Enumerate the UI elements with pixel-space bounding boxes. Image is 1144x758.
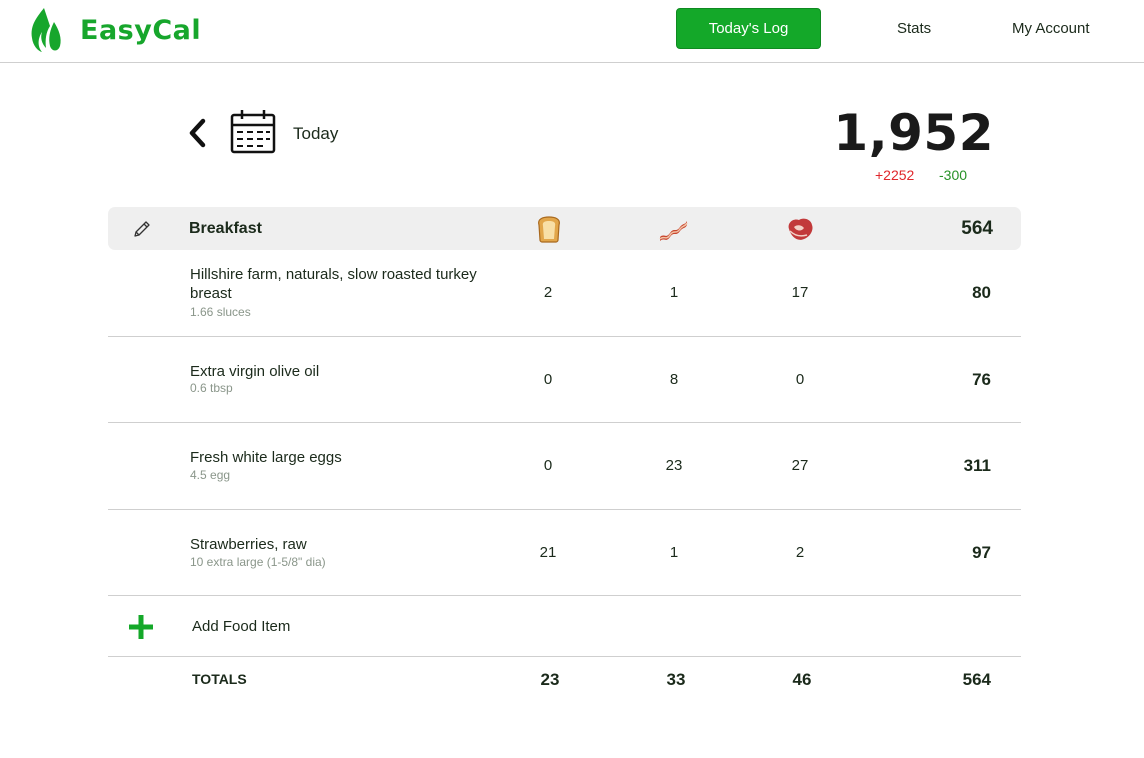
meal-calories: 564 (961, 218, 993, 239)
plus-icon[interactable] (128, 614, 154, 640)
flame-icon (31, 8, 61, 52)
logo[interactable]: EasyCal (28, 6, 201, 54)
total-calories: 1,952 (833, 104, 994, 162)
calories-added: +2252 (875, 167, 915, 183)
food-carbs: 0 (543, 371, 553, 388)
totals-row: TOTALS 23 33 46 564 (108, 657, 1021, 707)
total-fat: 33 (666, 670, 686, 689)
food-amount: 4.5 egg (190, 468, 231, 482)
food-amount: 0.6 tbsp (190, 381, 233, 395)
meal-header: Breakfast 564 (108, 207, 1021, 250)
food-protein: 27 (791, 457, 809, 474)
food-fat: 23 (665, 457, 683, 474)
food-name: Extra virgin olive oil (190, 363, 320, 380)
calendar-icon[interactable] (229, 108, 277, 156)
date-label: Today (293, 124, 339, 143)
food-calories: 80 (972, 283, 991, 302)
nav-stats-link[interactable]: Stats (897, 20, 931, 37)
top-nav-bar: EasyCal Today's Log Stats My Account (0, 0, 1144, 63)
chevron-left-icon[interactable] (186, 117, 208, 149)
food-fat: 1 (669, 544, 679, 561)
total-protein: 46 (792, 670, 812, 689)
food-protein: 0 (795, 371, 805, 388)
todays-log-button[interactable]: Today's Log (676, 8, 821, 49)
food-protein: 2 (795, 544, 805, 561)
bread-icon (538, 216, 560, 243)
app-name: EasyCal (80, 14, 202, 46)
food-row[interactable]: Extra virgin olive oil 0.6 tbsp 0 8 0 76 (108, 337, 1021, 423)
meal-title: Breakfast (189, 220, 262, 237)
nav-my-account-link[interactable]: My Account (1012, 20, 1090, 37)
food-calories: 76 (972, 370, 991, 389)
food-row[interactable]: Hillshire farm, naturals, slow roasted t… (108, 250, 1021, 337)
bacon-icon (659, 221, 688, 241)
food-protein: 17 (791, 284, 809, 301)
add-food-item-label[interactable]: Add Food Item (192, 618, 290, 635)
food-carbs: 2 (543, 284, 553, 301)
food-amount: 10 extra large (1-5/8" dia) (190, 555, 326, 569)
add-food-item-button[interactable]: Add Food Item (108, 596, 1021, 657)
food-carbs: 0 (543, 457, 553, 474)
food-name: Fresh white large eggs (190, 449, 342, 466)
food-calories: 311 (963, 456, 991, 475)
food-row[interactable]: Fresh white large eggs 4.5 egg 0 23 27 3… (108, 423, 1021, 510)
total-carbs: 23 (540, 670, 560, 689)
food-name: Hillshire farm, naturals, slow roasted t… (190, 266, 477, 302)
totals-label: TOTALS (192, 671, 247, 687)
food-name: Strawberries, raw (190, 536, 307, 553)
food-amount: 1.66 sluces (190, 305, 251, 319)
food-calories: 97 (972, 543, 991, 562)
food-carbs: 21 (539, 544, 557, 561)
meat-icon (788, 218, 813, 240)
total-calories-row: 564 (962, 670, 991, 689)
pencil-icon[interactable] (132, 219, 152, 239)
food-fat: 1 (669, 284, 679, 301)
food-row[interactable]: Strawberries, raw 10 extra large (1-5/8"… (108, 510, 1021, 596)
food-fat: 8 (669, 371, 679, 388)
calories-burned: -300 (939, 167, 968, 183)
